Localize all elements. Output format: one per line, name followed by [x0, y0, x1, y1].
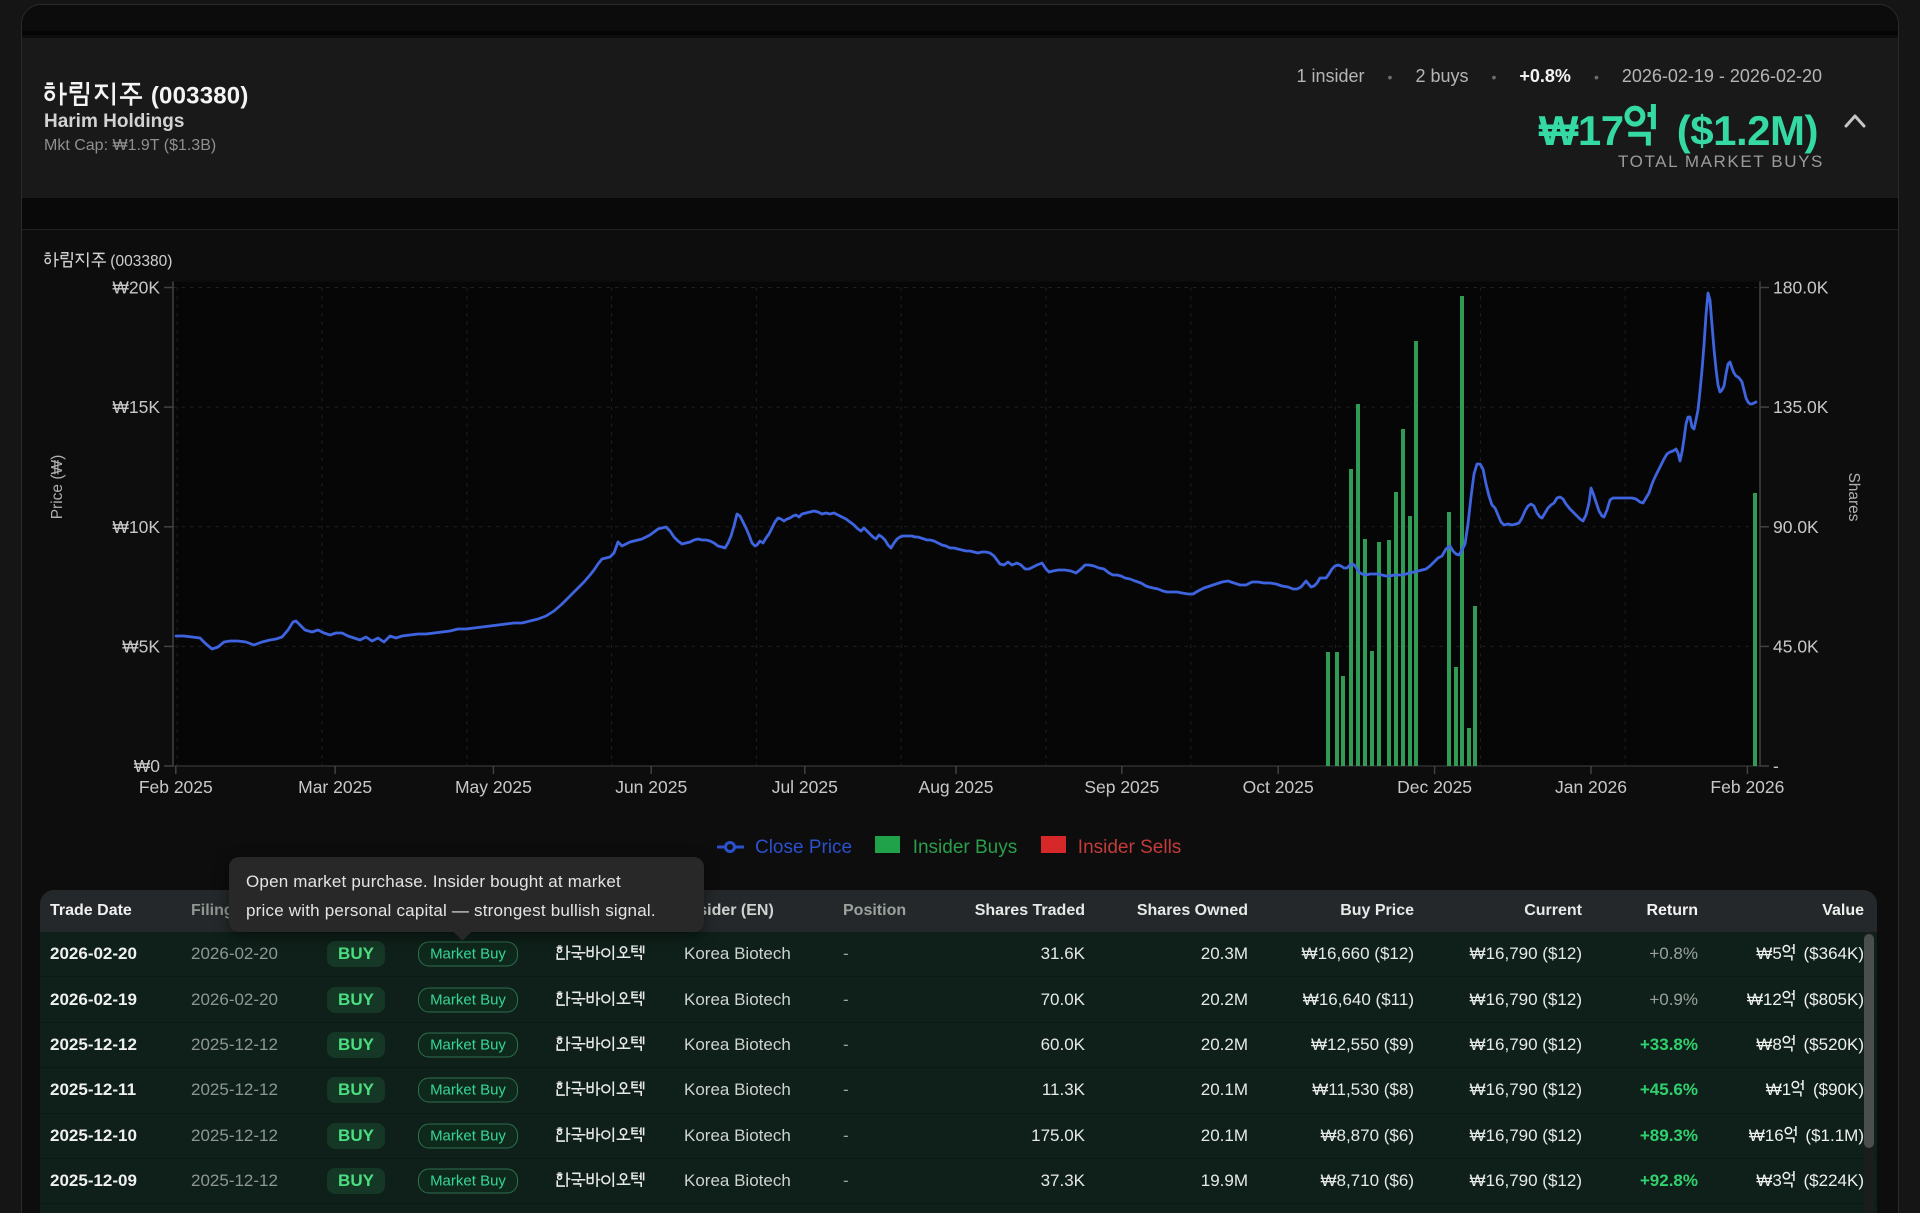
svg-text:₩0: ₩0: [134, 756, 161, 776]
svg-text:Shares: Shares: [1845, 472, 1862, 521]
svg-text:Sep 2025: Sep 2025: [1084, 777, 1159, 797]
svg-text:Jul 2025: Jul 2025: [772, 777, 838, 797]
svg-text:Jan 2026: Jan 2026: [1555, 777, 1627, 797]
svg-text:Mar 2025: Mar 2025: [298, 777, 372, 797]
svg-text:Aug 2025: Aug 2025: [919, 777, 994, 797]
svg-text:Jun 2025: Jun 2025: [615, 777, 687, 797]
svg-text:₩15K: ₩15K: [112, 397, 160, 417]
svg-text:180.0K: 180.0K: [1773, 278, 1829, 298]
svg-text:Dec 2025: Dec 2025: [1397, 777, 1472, 797]
svg-text:₩10K: ₩10K: [112, 517, 160, 537]
svg-text:May 2025: May 2025: [455, 777, 532, 797]
svg-text:Oct 2025: Oct 2025: [1243, 777, 1314, 797]
svg-text:₩20K: ₩20K: [112, 278, 160, 298]
svg-text:Feb 2025: Feb 2025: [139, 777, 213, 797]
svg-text:-: -: [1773, 756, 1779, 776]
svg-text:Feb 2026: Feb 2026: [1710, 777, 1784, 797]
svg-text:Price (₩): Price (₩): [49, 455, 66, 520]
svg-text:90.0K: 90.0K: [1773, 517, 1819, 537]
svg-text:45.0K: 45.0K: [1773, 636, 1819, 656]
svg-text:₩5K: ₩5K: [122, 636, 160, 656]
svg-text:135.0K: 135.0K: [1773, 397, 1829, 417]
